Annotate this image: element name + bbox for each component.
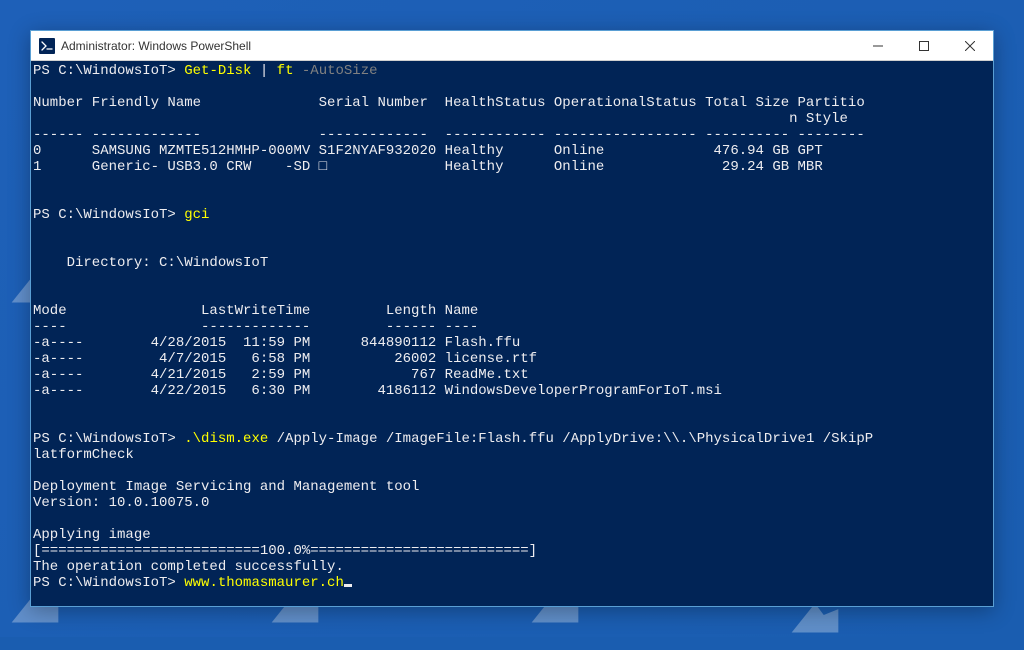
table-header: n Style [33, 111, 848, 127]
command-text: .\dism.exe [184, 431, 268, 447]
command-text: gci [184, 207, 209, 223]
minimize-icon [873, 41, 883, 51]
powershell-window: Administrator: Windows PowerShell PS C:\… [30, 30, 994, 607]
prompt: PS C:\WindowsIoT> [33, 63, 184, 79]
table-row: -a---- 4/28/2015 11:59 PM 844890112 Flas… [33, 335, 520, 351]
table-row: 0 SAMSUNG MZMTE512HMHP-000MV S1F2NYAF932… [33, 143, 823, 159]
close-button[interactable] [947, 31, 993, 60]
prompt: PS C:\WindowsIoT> [33, 575, 184, 591]
output-line: Version: 10.0.10075.0 [33, 495, 209, 511]
maximize-icon [919, 41, 929, 51]
prompt: PS C:\WindowsIoT> [33, 431, 184, 447]
titlebar[interactable]: Administrator: Windows PowerShell [31, 31, 993, 61]
titlebar-controls [855, 31, 993, 60]
table-row: -a---- 4/22/2015 6:30 PM 4186112 Windows… [33, 383, 722, 399]
minimize-button[interactable] [855, 31, 901, 60]
table-row: -a---- 4/21/2015 2:59 PM 767 ReadMe.txt [33, 367, 529, 383]
directory-header: Directory: C:\WindowsIoT [33, 255, 268, 271]
window-title: Administrator: Windows PowerShell [61, 39, 855, 53]
command-text: Get-Disk [184, 63, 251, 79]
text-cursor [344, 584, 352, 587]
output-line: Applying image [33, 527, 151, 543]
powershell-icon [39, 38, 55, 54]
table-header: Mode LastWriteTime Length Name [33, 303, 478, 319]
table-row: 1 Generic- USB3.0 CRW -SD □ Healthy Onli… [33, 159, 823, 175]
table-row: -a---- 4/7/2015 6:58 PM 26002 license.rt… [33, 351, 537, 367]
table-header: Number Friendly Name Serial Number Healt… [33, 95, 865, 111]
desktop-background: Administrator: Windows PowerShell PS C:\… [0, 0, 1024, 637]
terminal-pane[interactable]: PS C:\WindowsIoT> Get-Disk | ft -AutoSiz… [31, 61, 993, 606]
command-text: ft [277, 63, 294, 79]
maximize-button[interactable] [901, 31, 947, 60]
progress-bar-text: [==========================100.0%=======… [33, 543, 537, 559]
command-arg: /Apply-Image /ImageFile:Flash.ffu /Apply… [268, 431, 873, 447]
command-arg: -AutoSize [293, 63, 377, 79]
pipe-text: | [251, 63, 276, 79]
prompt: PS C:\WindowsIoT> [33, 207, 184, 223]
command-text: www.thomasmaurer.ch [184, 575, 344, 591]
command-arg: latformCheck [33, 447, 134, 463]
output-line: The operation completed successfully. [33, 559, 344, 575]
output-line: Deployment Image Servicing and Managemen… [33, 479, 419, 495]
table-divider: ---- ------------- ------ ---- [33, 319, 478, 335]
table-divider: ------ ------------- ------------- -----… [33, 127, 865, 143]
close-icon [965, 41, 975, 51]
